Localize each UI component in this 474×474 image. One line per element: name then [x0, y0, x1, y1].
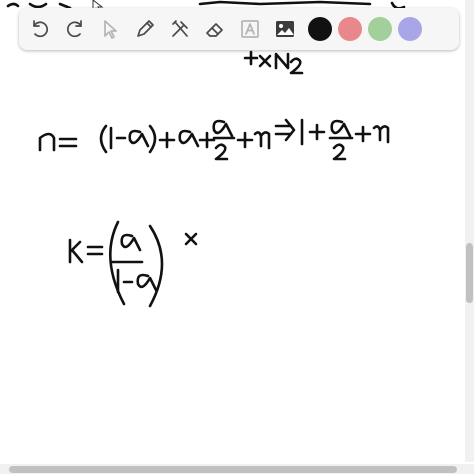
- tools-button[interactable]: [165, 14, 194, 44]
- text-button[interactable]: [235, 14, 264, 44]
- eraser-button[interactable]: [200, 14, 229, 44]
- horizontal-scrollbar-thumb[interactable]: [9, 466, 457, 473]
- redo-icon: [66, 20, 82, 38]
- horizontal-scrollbar[interactable]: [0, 464, 474, 474]
- handwriting-equation-k: [68, 220, 198, 308]
- color-purple-swatch[interactable]: [398, 17, 422, 41]
- color-green-swatch[interactable]: [368, 17, 392, 41]
- whiteboard-canvas[interactable]: [0, 0, 474, 474]
- drawing-toolbar: [19, 8, 459, 50]
- color-pink-swatch[interactable]: [338, 17, 362, 41]
- handwriting-n2-term: [243, 50, 304, 75]
- undo-icon: [32, 20, 48, 38]
- image-button[interactable]: [270, 14, 299, 44]
- pen-icon: [136, 20, 154, 37]
- redo-button[interactable]: [60, 14, 89, 44]
- color-black-swatch[interactable]: [308, 17, 332, 41]
- pen-button[interactable]: [130, 14, 159, 44]
- vertical-scrollbar[interactable]: [465, 0, 474, 462]
- select-pointer-icon: [103, 20, 117, 39]
- text-icon: [240, 20, 259, 38]
- undo-button[interactable]: [25, 14, 54, 44]
- eraser-icon: [205, 23, 223, 37]
- select-button[interactable]: [95, 14, 124, 44]
- image-icon: [275, 21, 294, 37]
- handwriting-equation-n: [38, 118, 390, 161]
- tools-icon: [171, 20, 188, 37]
- vertical-scrollbar-thumb[interactable]: [466, 243, 473, 303]
